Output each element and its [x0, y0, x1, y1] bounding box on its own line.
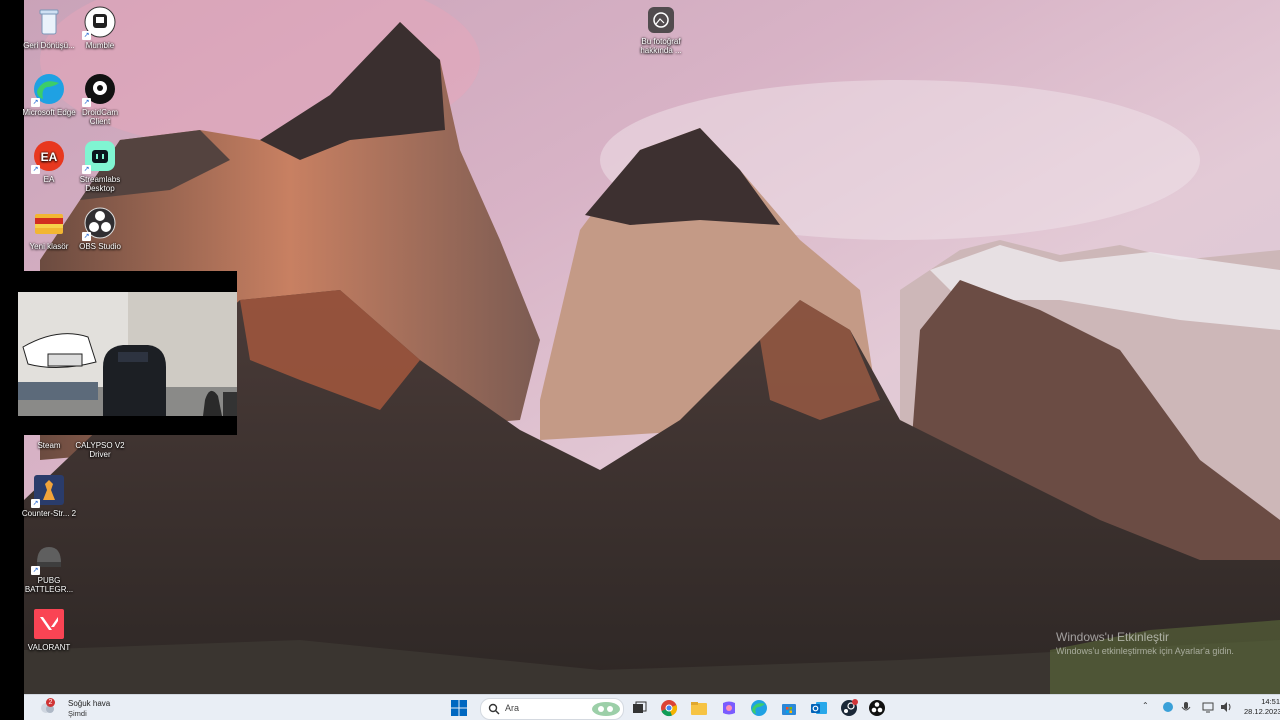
- desktop-icon-label: Microsoft Edge: [22, 108, 76, 117]
- desktop-icon-steam[interactable]: Steam: [21, 441, 77, 450]
- desktop-icon-label: Mumble: [85, 41, 115, 50]
- counter-strike-icon: ↗: [31, 474, 65, 508]
- taskbar-obs[interactable]: [868, 699, 886, 717]
- taskbar-outlook[interactable]: [810, 699, 828, 717]
- taskbar: 2 Soğuk hava Şimdi Ara ⌃ 14:51 28.12.202…: [24, 694, 1280, 720]
- desktop-icon-droidcam[interactable]: ↗ DroidCam Client: [72, 73, 128, 126]
- steam-icon: [841, 699, 858, 716]
- weather-subtitle: Şimdi: [68, 709, 87, 718]
- droidcam-icon: ↗: [82, 73, 116, 107]
- desktop-icon-counter-strike[interactable]: ↗ Counter-Str... 2: [21, 474, 77, 518]
- desktop-icon-label: DroidCam Client: [81, 108, 118, 126]
- edge-icon: [751, 700, 767, 716]
- desktop-icon-mumble[interactable]: ↗ Mumble: [72, 6, 128, 50]
- desktop-icon-label: Steam: [37, 441, 61, 450]
- recycle-bin-icon: [33, 6, 65, 38]
- taskbar-clock[interactable]: 14:51 28.12.2023: [1244, 697, 1280, 717]
- taskbar-edge[interactable]: [750, 699, 768, 717]
- mumble-icon: ↗: [82, 6, 116, 40]
- clock-date: 28.12.2023: [1244, 707, 1280, 716]
- volume-icon[interactable]: [1220, 701, 1232, 715]
- taskbar-copilot[interactable]: [720, 699, 738, 717]
- desktop-icon-recycle-bin[interactable]: Geri Dönüşü...: [21, 6, 77, 50]
- start-button[interactable]: [450, 699, 468, 717]
- taskbar-store[interactable]: [780, 699, 798, 717]
- search-icon: [488, 703, 500, 715]
- desktop-icon-valorant[interactable]: VALORANT: [21, 608, 77, 652]
- desktop-icon-label: CALYPSO V2 Driver: [75, 441, 125, 459]
- windows-logo-icon: [451, 700, 467, 716]
- desktop-icon-ea[interactable]: EA ↗ EA: [21, 140, 77, 184]
- taskbar-file-explorer[interactable]: [690, 699, 708, 717]
- taskbar-chrome[interactable]: [660, 699, 678, 717]
- desktop-icon-label: Bu fotoğraf hakkında ...: [640, 37, 682, 55]
- weather-title: Soğuk hava: [68, 699, 111, 708]
- activation-watermark-subtitle: Windows'u etkinleştirmek için Ayarlar'a …: [1056, 646, 1234, 656]
- obs-icon: ↗: [82, 207, 116, 241]
- task-view-icon: [633, 701, 647, 713]
- desktop-icon-label: PUBG BATTLEGR...: [24, 576, 74, 594]
- desktop-icon-label: Geri Dönüşü...: [23, 41, 75, 50]
- desktop-icon-obs[interactable]: ↗ OBS Studio: [72, 207, 128, 251]
- valorant-icon: [33, 608, 65, 640]
- network-icon[interactable]: [1202, 701, 1214, 715]
- file-explorer-icon: [691, 702, 707, 715]
- svg-text:EA: EA: [41, 150, 58, 164]
- desktop-icon-label: Counter-Str... 2: [21, 509, 77, 518]
- desktop-icon-calypso[interactable]: CALYPSO V2 Driver: [72, 441, 128, 459]
- desktop-icon-label: Streamlabs Desktop: [79, 175, 121, 193]
- store-icon: [782, 704, 796, 715]
- webcam-overlay: [18, 271, 237, 435]
- taskbar-steam[interactable]: [840, 699, 858, 717]
- desktop-icon-photo-info[interactable]: Bu fotoğraf hakkında ...: [632, 6, 690, 55]
- desktop-icon-label: VALORANT: [27, 643, 71, 652]
- desktop-icon-edge[interactable]: ↗ Microsoft Edge: [21, 73, 77, 117]
- weather-badge: 2: [46, 698, 55, 707]
- edge-icon: ↗: [31, 73, 65, 107]
- copilot-icon: [723, 701, 735, 715]
- folder-icon: [33, 207, 65, 239]
- tray-overflow-chevron-icon[interactable]: ⌃: [1142, 701, 1149, 710]
- obs-icon: [869, 700, 885, 716]
- desktop-icon-new-folder[interactable]: Yeni klasör: [21, 207, 77, 251]
- desktop-icon-label: OBS Studio: [79, 242, 121, 251]
- desktop-icon-label: Yeni klasör: [29, 242, 69, 251]
- activation-watermark-title: Windows'u Etkinleştir: [1056, 630, 1169, 644]
- ea-icon: EA ↗: [31, 140, 65, 174]
- photo-info-icon: [647, 6, 675, 34]
- desktop-icon-label: EA: [43, 175, 55, 184]
- desktop-icon-streamlabs[interactable]: ↗ Streamlabs Desktop: [72, 140, 128, 193]
- task-view-button[interactable]: [630, 699, 648, 717]
- taskbar-search-box[interactable]: Ara: [480, 698, 624, 720]
- search-highlight-icon: [592, 702, 620, 716]
- chrome-icon: [661, 700, 678, 717]
- microphone-icon[interactable]: [1181, 701, 1191, 715]
- weather-widget[interactable]: 2 Soğuk hava Şimdi: [34, 695, 124, 720]
- desktop-icon-pubg[interactable]: ↗ PUBG BATTLEGR...: [21, 541, 77, 594]
- outlook-icon: [811, 702, 827, 714]
- tray-app-icon[interactable]: [1162, 701, 1174, 715]
- streamlabs-icon: ↗: [82, 140, 116, 174]
- pubg-icon: ↗: [31, 541, 65, 575]
- clock-time: 14:51: [1261, 697, 1280, 706]
- search-placeholder: Ara: [505, 703, 520, 713]
- webcam-feed: [18, 292, 237, 416]
